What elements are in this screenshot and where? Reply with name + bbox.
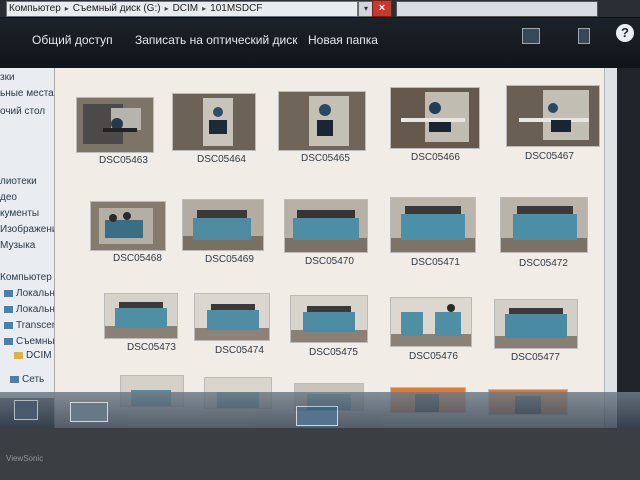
content-scrollbar[interactable] xyxy=(604,68,617,428)
address-field[interactable]: Компьютер ▸ Съемный диск (G:) ▸ DCIM ▸ 101MSDC… xyxy=(6,1,358,17)
photo-thumbnail-image xyxy=(91,202,165,250)
file-name[interactable]: DSC05473 xyxy=(127,342,176,353)
file-name[interactable]: DSC05477 xyxy=(511,352,560,363)
photo-thumbnail-image xyxy=(391,88,479,148)
file-name[interactable]: DSC05472 xyxy=(519,258,568,269)
help-icon[interactable]: ? xyxy=(616,24,634,42)
toolbar: Общий доступ Записать на оптический диск… xyxy=(0,18,640,68)
file-name[interactable]: DSC05475 xyxy=(309,347,358,358)
folder-icon xyxy=(14,351,23,359)
file-thumbnail[interactable] xyxy=(173,94,255,150)
photo-thumbnail-image xyxy=(507,86,599,146)
file-name[interactable]: DSC05469 xyxy=(205,254,254,265)
nav-item-label: део xyxy=(0,192,17,203)
nav-item-label: зки xyxy=(0,72,15,83)
nav-item-downloads[interactable]: зки xyxy=(0,72,15,83)
nav-item-label: кументы xyxy=(0,208,40,219)
nav-item-music[interactable]: Музыка xyxy=(0,240,35,251)
taskbar-app-icon[interactable] xyxy=(296,406,338,426)
file-name[interactable]: DSC05464 xyxy=(197,154,246,165)
file-thumbnail[interactable] xyxy=(495,300,577,348)
photo-thumbnail-image xyxy=(183,200,263,250)
file-thumbnail[interactable] xyxy=(507,86,599,146)
nav-item-label: DCIM xyxy=(26,350,52,361)
new-folder-button[interactable]: Новая папка xyxy=(308,33,378,47)
breadcrumb-folder[interactable]: 101MSDCF xyxy=(208,2,264,16)
nav-item-documents[interactable]: кументы xyxy=(0,208,39,219)
nav-item-libraries[interactable]: лиотеки xyxy=(0,176,37,187)
preview-pane-icon[interactable] xyxy=(578,28,590,44)
breadcrumb-separator-icon[interactable]: ▸ xyxy=(163,2,171,16)
file-thumbnail[interactable] xyxy=(183,200,263,250)
breadcrumb-dcim[interactable]: DCIM xyxy=(171,2,201,16)
nav-item-desktop[interactable]: очий стол xyxy=(0,106,45,117)
photo-thumbnail-image xyxy=(501,198,587,252)
nav-item-label: очий стол xyxy=(0,106,46,117)
photo-thumbnail-image xyxy=(173,94,255,150)
taskbar-app-icon[interactable] xyxy=(14,400,38,420)
file-thumbnail[interactable] xyxy=(501,198,587,252)
photo-thumbnail-image xyxy=(279,92,365,150)
nav-item-label: лиотеки xyxy=(0,176,37,187)
photo-thumbnail-image xyxy=(391,298,471,346)
photo-thumbnail-image xyxy=(291,296,367,342)
photo-thumbnail-image xyxy=(77,98,153,152)
file-name[interactable]: DSC05474 xyxy=(215,345,264,356)
nav-item-label: Музыка xyxy=(0,240,36,251)
explorer-window: Компьютер ▸ Съемный диск (G:) ▸ DCIM ▸ 101MSDC… xyxy=(0,0,640,480)
network-icon xyxy=(10,375,19,383)
close-button[interactable]: × xyxy=(372,0,392,17)
breadcrumb-computer[interactable]: Компьютер xyxy=(7,2,63,16)
photo-thumbnail-image xyxy=(391,198,475,252)
breadcrumb-separator-icon[interactable]: ▸ xyxy=(200,2,208,16)
photo-thumbnail-image xyxy=(195,294,269,340)
taskbar xyxy=(0,392,640,428)
file-name[interactable]: DSC05476 xyxy=(409,351,458,362)
nav-item-dcim[interactable]: DCIM xyxy=(14,350,52,361)
photo-thumbnail-image xyxy=(495,300,577,348)
drive-icon xyxy=(4,305,13,313)
nav-item-recent-places[interactable]: ьные места xyxy=(0,88,54,99)
breadcrumb-separator-icon[interactable]: ▸ xyxy=(63,2,71,16)
burn-button[interactable]: Записать на оптический диск xyxy=(135,33,298,47)
monitor-bezel: ViewSonic xyxy=(0,428,640,480)
drive-icon xyxy=(4,289,13,297)
file-name[interactable]: DSC05467 xyxy=(525,151,574,162)
drive-icon xyxy=(4,337,13,345)
file-name[interactable]: DSC05471 xyxy=(411,257,460,268)
nav-item-label: Сеть xyxy=(22,374,45,385)
nav-item-label: ьные места xyxy=(0,88,54,99)
file-thumbnail[interactable] xyxy=(391,88,479,148)
address-bar: Компьютер ▸ Съемный диск (G:) ▸ DCIM ▸ 101MSDC… xyxy=(0,0,640,18)
file-name[interactable]: DSC05470 xyxy=(305,256,354,267)
drive-icon xyxy=(4,321,13,329)
file-thumbnail[interactable] xyxy=(195,294,269,340)
file-thumbnail[interactable] xyxy=(391,198,475,252)
file-thumbnail[interactable] xyxy=(285,200,367,252)
file-name[interactable]: DSC05465 xyxy=(301,153,350,164)
file-name[interactable]: DSC05466 xyxy=(411,152,460,163)
view-options-icon[interactable] xyxy=(522,28,540,44)
file-thumbnail[interactable] xyxy=(391,298,471,346)
nav-item-computer[interactable]: Компьютер xyxy=(0,272,52,283)
photo-thumbnail-image xyxy=(285,200,367,252)
photo-thumbnail-image xyxy=(105,294,177,338)
file-name[interactable]: DSC05468 xyxy=(113,253,162,264)
file-thumbnail[interactable] xyxy=(105,294,177,338)
nav-item-network[interactable]: Сеть xyxy=(10,374,44,385)
share-button[interactable]: Общий доступ xyxy=(32,33,113,47)
nav-item-video[interactable]: део xyxy=(0,192,17,203)
breadcrumb-removable-disk[interactable]: Съемный диск (G:) xyxy=(71,2,163,16)
file-view: DSC05463 DSC05464 DSC05465 DSC05466 DSC0… xyxy=(54,68,610,428)
monitor-brand-label: ViewSonic xyxy=(6,454,44,463)
file-thumbnail[interactable] xyxy=(77,98,153,152)
file-thumbnail[interactable] xyxy=(279,92,365,150)
taskbar-app-icon[interactable] xyxy=(70,402,108,422)
file-name[interactable]: DSC05463 xyxy=(99,155,148,166)
file-thumbnail[interactable] xyxy=(91,202,165,250)
search-input[interactable] xyxy=(396,1,598,17)
file-thumbnail[interactable] xyxy=(291,296,367,342)
nav-item-label: Компьютер xyxy=(0,272,52,283)
